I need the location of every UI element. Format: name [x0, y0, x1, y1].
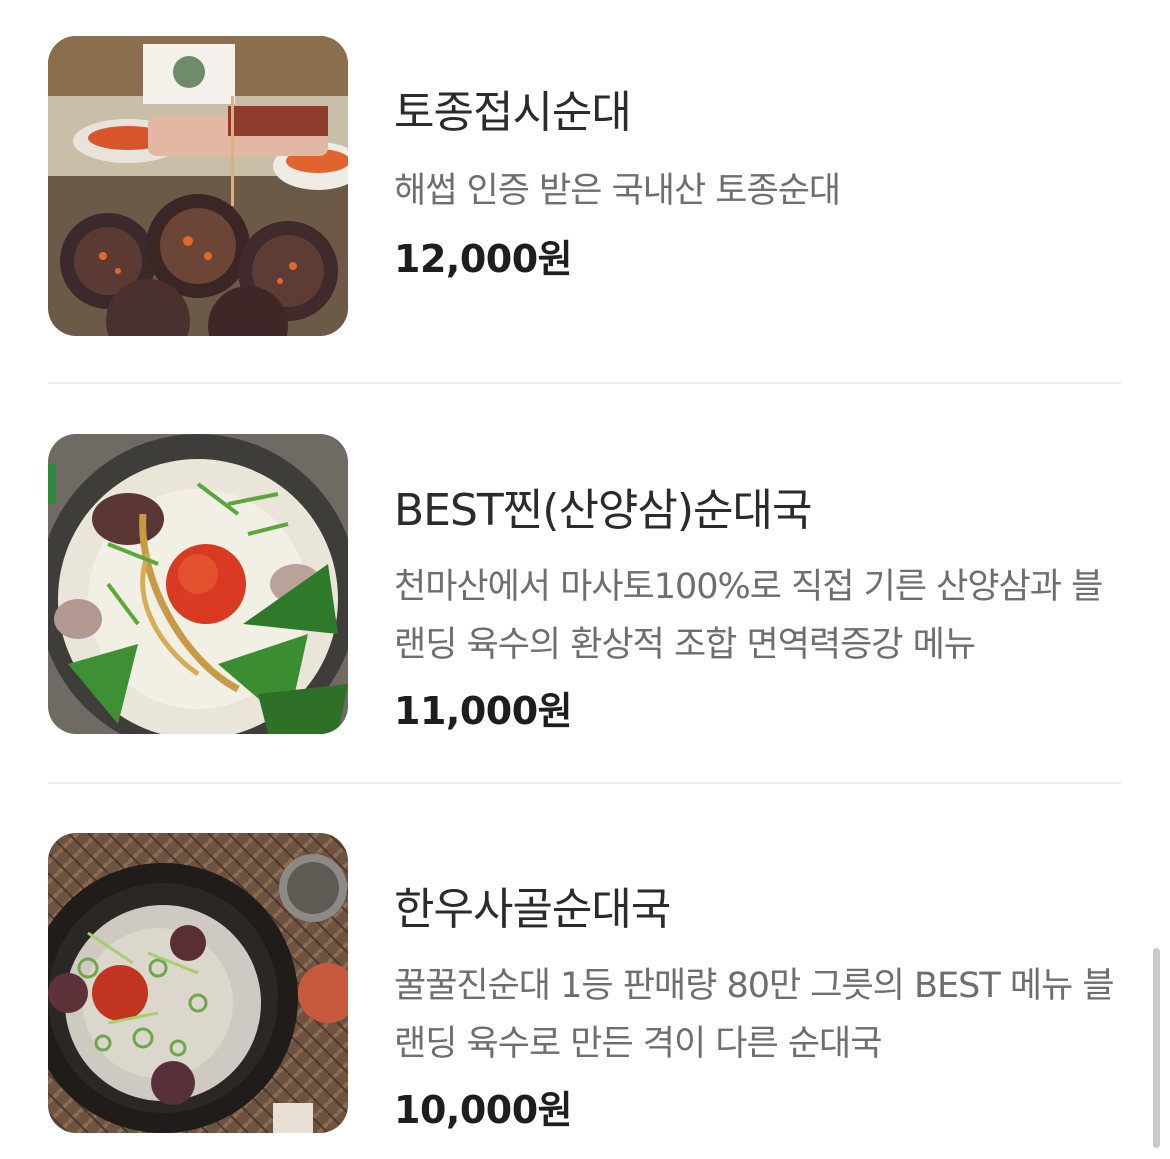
menu-item-hanwoo-sundaeguk[interactable]: 한우사골순대국 꿀꿀진순대 1등 판매량 80만 그릇의 BEST 메뉴 블랜딩…: [48, 833, 1122, 1133]
menu-item-name: 한우사골순대국: [394, 884, 671, 935]
menu-divider: [48, 782, 1122, 784]
menu-item-info: 토종접시순대 해썹 인증 받은 국내산 토종순대 12,000원: [394, 84, 1122, 284]
menu-item-price: 10,000원: [394, 1088, 573, 1132]
menu-item-price: 11,000원: [394, 689, 573, 733]
menu-item-photo[interactable]: [48, 833, 348, 1133]
menu-item-description: 꿀꿀진순대 1등 판매량 80만 그릇의 BEST 메뉴 블랜딩 육수로 만든 …: [394, 966, 1115, 1064]
menu-item-best-ginseng-sundaeguk[interactable]: BEST찐(산양삼)순대국 천마산에서 마사토100%로 직접 기른 산양삼과 …: [48, 434, 1122, 734]
vertical-scrollbar[interactable]: [1153, 948, 1160, 1148]
menu-divider: [48, 382, 1122, 384]
menu-item-info: BEST찐(산양삼)순대국 천마산에서 마사토100%로 직접 기른 산양삼과 …: [394, 482, 1122, 736]
menu-item-name: BEST찐(산양삼)순대국: [394, 485, 813, 536]
menu-item-description: 해썹 인증 받은 국내산 토종순대: [394, 171, 841, 211]
menu-item-info: 한우사골순대국 꿀꿀진순대 1등 판매량 80만 그릇의 BEST 메뉴 블랜딩…: [394, 881, 1122, 1135]
menu-item-name: 토종접시순대: [394, 87, 632, 138]
menu-item-tojong-sundae[interactable]: 토종접시순대 해썹 인증 받은 국내산 토종순대 12,000원: [48, 36, 1122, 336]
menu-item-description: 천마산에서 마사토100%로 직접 기른 산양삼과 블랜딩 육수의 환상적 조합…: [394, 567, 1103, 665]
menu-item-price: 12,000원: [394, 237, 573, 281]
menu-item-photo[interactable]: [48, 434, 348, 734]
menu-item-photo[interactable]: [48, 36, 348, 336]
